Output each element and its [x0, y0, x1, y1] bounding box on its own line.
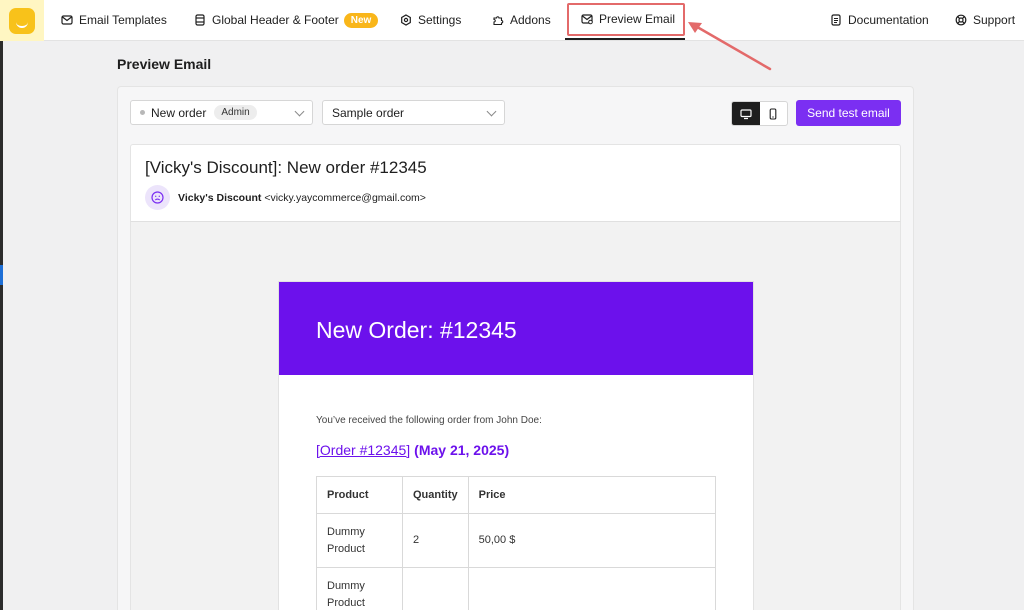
- sender-name: Vicky's Discount: [178, 192, 262, 204]
- cell-quantity: 2: [402, 513, 469, 568]
- sender-info: Vicky's Discount <vicky.yaycommerce@gmai…: [178, 192, 426, 204]
- nav-support[interactable]: Support: [955, 0, 1015, 40]
- document-icon: [830, 14, 842, 26]
- table-row: Dummy Product: [316, 567, 717, 610]
- cell-product: Dummy Product: [316, 567, 403, 610]
- mobile-view-button[interactable]: [760, 102, 788, 125]
- nav-documentation-label: Documentation: [848, 13, 929, 27]
- email-header: [Vicky's Discount]: New order #12345 Vic…: [130, 144, 901, 222]
- template-select-value: New order: [151, 105, 207, 120]
- email-body-preview: New Order: #12345 You’ve received the fo…: [130, 222, 901, 610]
- yaymail-logo-icon: [9, 7, 35, 34]
- order-heading: [Order #12345] (May 21, 2025): [316, 442, 509, 458]
- cell-price: [467, 567, 717, 610]
- page-title: Preview Email: [117, 56, 212, 72]
- app-logo[interactable]: [0, 0, 44, 41]
- order-select[interactable]: Sample order: [322, 100, 505, 125]
- nav-preview-email-label: Preview Email: [599, 12, 676, 26]
- cell-price: 50,00 $: [467, 513, 717, 568]
- cell-quantity: [402, 567, 469, 610]
- layout-icon: [194, 14, 206, 26]
- email-card: New Order: #12345 You’ve received the fo…: [278, 281, 754, 610]
- desktop-view-button[interactable]: [732, 102, 760, 125]
- order-items-table: Product Quantity Price Dummy Product 2 5…: [316, 476, 717, 610]
- new-badge: New: [343, 12, 379, 28]
- email-subject: [Vicky's Discount]: New order #12345: [145, 158, 427, 177]
- mobile-icon: [769, 107, 777, 120]
- user-avatar-icon: [151, 191, 164, 204]
- status-dot-icon: [140, 110, 145, 115]
- sender-email: <vicky.yaycommerce@gmail.com>: [264, 192, 426, 204]
- email-templates-icon: [61, 14, 73, 26]
- column-header-product: Product: [316, 476, 403, 514]
- nav-preview-email[interactable]: Preview Email: [565, 0, 685, 40]
- lifebuoy-icon: [955, 14, 967, 26]
- admin-tag: Admin: [214, 105, 257, 120]
- nav-global-header-footer-label: Global Header & Footer: [212, 13, 339, 27]
- table-header-row: Product Quantity Price: [316, 476, 717, 514]
- column-header-price: Price: [467, 476, 717, 514]
- nav-global-header-footer[interactable]: Global Header & Footer New: [194, 0, 379, 40]
- column-header-quantity: Quantity: [402, 476, 469, 514]
- nav-email-templates-label: Email Templates: [79, 13, 167, 27]
- chevron-down-icon: [486, 106, 497, 117]
- cell-product: Dummy Product: [316, 513, 403, 568]
- nav-support-label: Support: [973, 13, 1016, 27]
- desktop-icon: [740, 108, 752, 119]
- nav-addons[interactable]: Addons: [492, 0, 551, 40]
- envelope-preview-icon: [581, 13, 593, 25]
- sender-avatar: [145, 185, 170, 210]
- order-date: (May 21, 2025): [414, 442, 510, 458]
- nav-documentation[interactable]: Documentation: [830, 0, 929, 40]
- window-edge-marker: [0, 265, 3, 285]
- template-select[interactable]: New order Admin: [130, 100, 313, 125]
- top-nav-bar: Email Templates Global Header & Footer N…: [0, 0, 1024, 41]
- order-link[interactable]: [Order #12345]: [316, 442, 410, 458]
- nav-email-templates[interactable]: Email Templates: [61, 0, 167, 40]
- email-banner-title: New Order: #12345: [316, 317, 517, 343]
- nav-settings[interactable]: Settings: [400, 0, 461, 40]
- gear-icon: [400, 14, 412, 26]
- order-select-value: Sample order: [332, 105, 405, 120]
- view-mode-toggle: [731, 101, 788, 126]
- email-intro-text: You’ve received the following order from…: [316, 415, 542, 426]
- email-banner: New Order: #12345: [279, 282, 753, 375]
- table-row: Dummy Product 2 50,00 $: [316, 513, 717, 568]
- window-edge: [0, 40, 3, 610]
- nav-settings-label: Settings: [418, 13, 462, 27]
- send-test-email-button[interactable]: Send test email: [796, 100, 901, 126]
- puzzle-icon: [492, 14, 504, 26]
- nav-addons-label: Addons: [510, 13, 551, 27]
- chevron-down-icon: [294, 106, 305, 117]
